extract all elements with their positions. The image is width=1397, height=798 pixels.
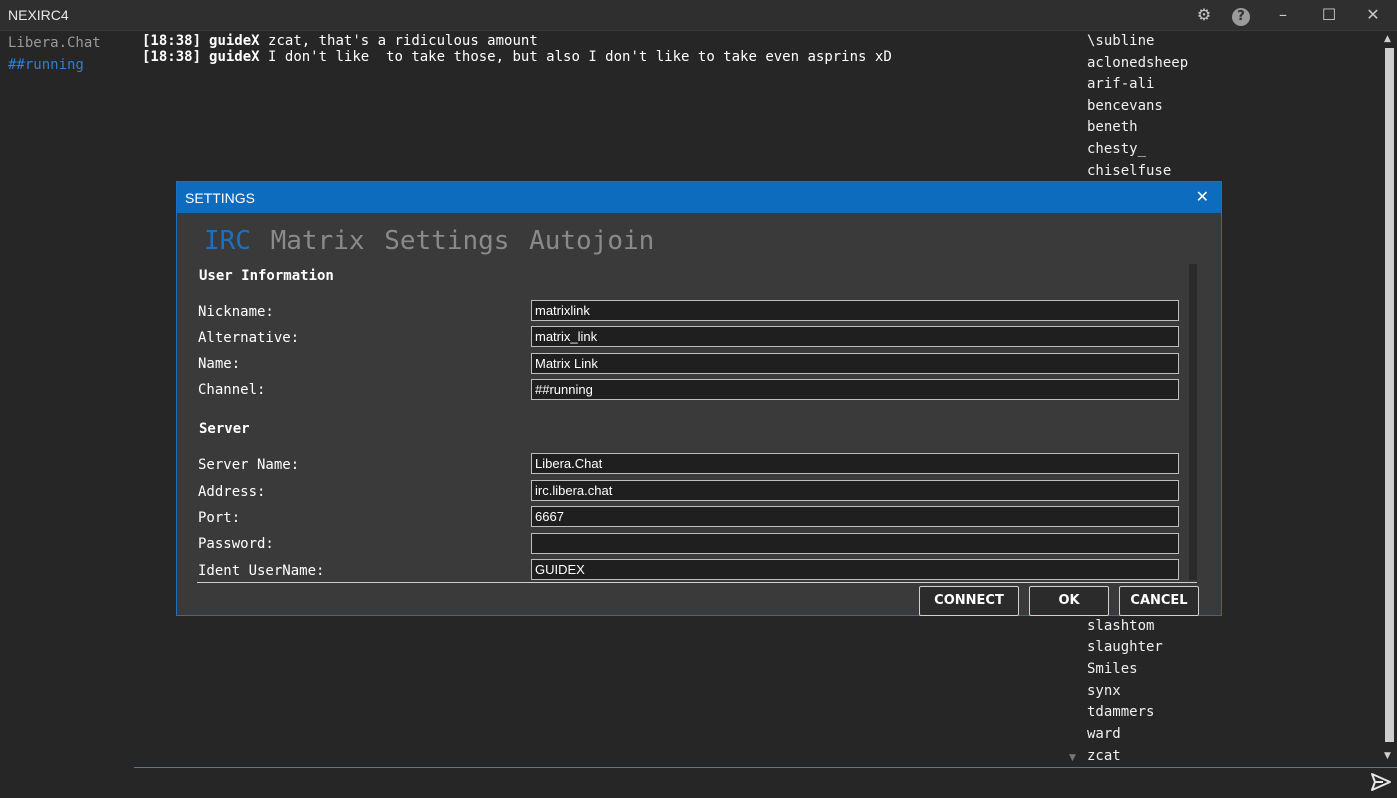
user-item[interactable]: aclonedsheep (1087, 55, 1188, 71)
message-text: zcat, that's a ridiculous amount (268, 33, 538, 49)
user-item[interactable]: tdammers (1087, 704, 1154, 720)
user-item[interactable]: beneth (1087, 119, 1138, 135)
channel-field[interactable] (531, 379, 1179, 400)
user-item[interactable]: slashtom (1087, 618, 1154, 634)
maximize-icon[interactable]: ☐ (1318, 5, 1340, 25)
scroll-down-icon[interactable]: ▼ (1069, 753, 1076, 763)
section-server: Server (199, 421, 250, 437)
connect-button[interactable]: CONNECT (919, 586, 1019, 616)
server-item[interactable]: Libera.Chat (8, 35, 101, 51)
server-name-field[interactable] (531, 453, 1179, 474)
irc-settings-form: User Information Nickname: Alternative: … (197, 264, 1197, 583)
password-label: Password: (198, 536, 274, 552)
alternative-field[interactable] (531, 326, 1179, 347)
user-item[interactable]: \subline (1087, 33, 1154, 49)
ident-username-field[interactable] (531, 559, 1179, 580)
message-time: [18:38] (142, 33, 202, 49)
dialog-header: SETTINGS ✕ (177, 182, 1221, 213)
dialog-title: SETTINGS (185, 190, 256, 206)
user-item[interactable]: chesty_ (1087, 141, 1146, 157)
channel-label: Channel: (198, 382, 266, 398)
title-bar: NEXIRC4 ⚙ ? – ☐ ✕ (0, 0, 1397, 31)
chat-message: [18:38] guideX zcat, that's a ridiculous … (142, 33, 538, 49)
help-icon[interactable]: ? (1230, 5, 1252, 26)
channel-item[interactable]: ##running (8, 57, 84, 73)
minimize-icon[interactable]: – (1272, 5, 1294, 25)
scroll-down-icon[interactable]: ▼ (1384, 751, 1391, 761)
settings-dialog: SETTINGS ✕ IRC Matrix Settings Autojoin … (176, 181, 1222, 616)
user-item[interactable]: arif-ali (1087, 76, 1154, 92)
scroll-thumb[interactable] (1385, 48, 1394, 742)
chat-message: [18:38] guideX I don't like to take those… (142, 49, 892, 65)
app-title: NEXIRC4 (8, 7, 69, 23)
alternative-label: Alternative: (198, 330, 300, 346)
scroll-up-icon[interactable]: ▲ (1384, 34, 1391, 44)
user-item[interactable]: ward (1087, 726, 1121, 742)
tab-matrix[interactable]: Matrix (271, 226, 365, 256)
user-item[interactable]: chiselfuse (1087, 163, 1171, 179)
name-field[interactable] (531, 353, 1179, 374)
userlist-scrollbar[interactable]: ▲ ▼ (1382, 31, 1397, 767)
user-item[interactable]: synx (1087, 683, 1121, 699)
user-item[interactable]: Smiles (1087, 661, 1138, 677)
address-field[interactable] (531, 480, 1179, 501)
send-icon[interactable] (1369, 770, 1393, 794)
message-time: [18:38] (142, 49, 202, 65)
tab-autojoin[interactable]: Autojoin (529, 226, 654, 256)
port-label: Port: (198, 510, 241, 526)
name-label: Name: (198, 356, 241, 372)
settings-tabs: IRC Matrix Settings Autojoin (204, 226, 654, 256)
message-nick[interactable]: guideX (209, 49, 260, 65)
close-icon[interactable]: ✕ (1362, 5, 1384, 25)
address-label: Address: (198, 484, 266, 500)
user-item[interactable]: bencevans (1087, 98, 1163, 114)
form-scrollbar[interactable] (1189, 264, 1197, 580)
port-field[interactable] (531, 506, 1179, 527)
message-input[interactable] (134, 767, 1397, 768)
cancel-button[interactable]: CANCEL (1119, 586, 1199, 616)
server-name-label: Server Name: (198, 457, 300, 473)
gear-icon[interactable]: ⚙ (1193, 5, 1215, 25)
message-nick[interactable]: guideX (209, 33, 260, 49)
close-icon[interactable]: ✕ (1196, 187, 1209, 206)
ident-username-label: Ident UserName: (198, 563, 325, 579)
tab-settings[interactable]: Settings (384, 226, 509, 256)
nickname-label: Nickname: (198, 304, 274, 320)
user-item[interactable]: slaughter (1087, 639, 1163, 655)
nickname-field[interactable] (531, 300, 1179, 321)
password-field[interactable] (531, 533, 1179, 554)
server-tree: Libera.Chat ##running (0, 31, 134, 767)
ok-button[interactable]: OK (1029, 586, 1109, 616)
user-item[interactable]: zcat (1087, 748, 1121, 764)
message-text: I don't like to take those, but also I d… (268, 49, 892, 65)
section-user-information: User Information (199, 268, 334, 284)
tab-irc[interactable]: IRC (204, 226, 251, 256)
